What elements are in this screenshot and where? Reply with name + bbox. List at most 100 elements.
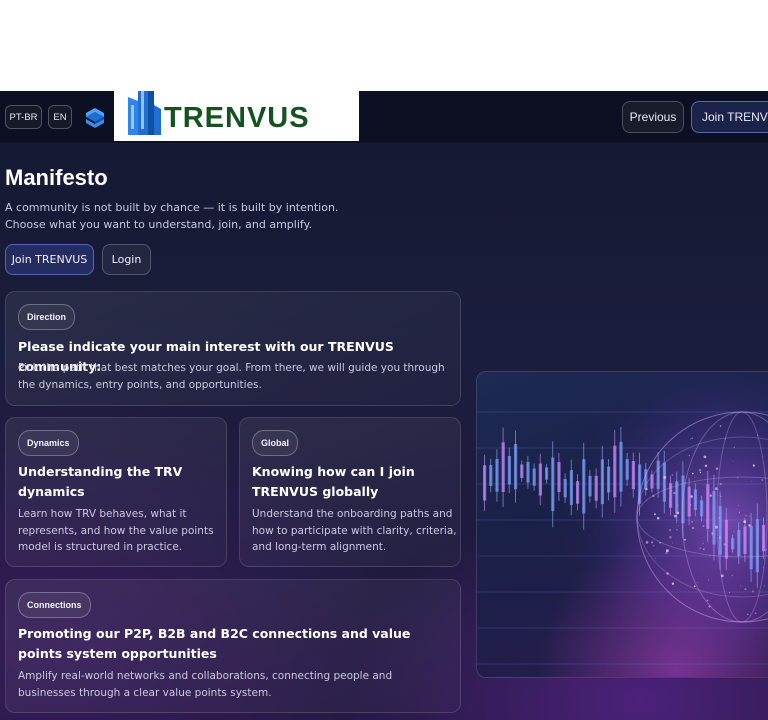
globe-dot (659, 542, 661, 544)
globe-dot (709, 494, 712, 497)
globe-dot (738, 504, 740, 506)
globe-dot (742, 586, 744, 587)
globe-dot (765, 549, 767, 551)
globe-dot (719, 482, 722, 486)
login-button[interactable]: Login (102, 244, 151, 275)
globe-dot (737, 476, 739, 478)
globe-dot (671, 582, 675, 585)
candle-body (731, 538, 735, 550)
globe-dot (691, 520, 693, 523)
globe-dot (673, 491, 676, 495)
candle-body (538, 463, 542, 496)
globe-dot (702, 525, 705, 528)
globe-dot (733, 531, 735, 532)
direction-tag: Direction (18, 304, 76, 330)
connections-tag: Connections (18, 592, 91, 618)
direction-card[interactable]: Direction Please indicate your main inte… (5, 291, 461, 406)
globe-dot (708, 605, 711, 608)
candle-body (520, 464, 524, 478)
globe-dot (652, 494, 655, 498)
globe-dot (698, 468, 702, 472)
globe-dot (745, 514, 747, 517)
hero-description: A community is not built by chance — it … (5, 201, 339, 231)
connections-card[interactable]: Connections Promoting our P2P, B2B and B… (5, 579, 461, 713)
globe-dot (691, 526, 695, 530)
globe-dot (665, 551, 668, 555)
candle-body (755, 519, 759, 573)
join-trenvus-button[interactable]: Join TRENVUS (5, 244, 94, 275)
candle-body (613, 445, 617, 498)
candle-body (489, 465, 493, 487)
globe-dot (703, 455, 707, 459)
candle-body (631, 460, 635, 490)
join-trenvus-nav-button[interactable]: Join TRENVUS (691, 101, 768, 133)
candle-body (514, 444, 518, 490)
globe-dot (752, 464, 755, 467)
candle-body (582, 459, 586, 514)
globe-dot (693, 585, 696, 588)
globe-dot (720, 574, 724, 578)
globe-dot (718, 517, 720, 519)
globe-dot (688, 455, 690, 457)
dynamics-description: Learn how TRV behaves, what it represent… (18, 508, 214, 553)
dynamics-title: Understanding the TRV dynamics (18, 464, 183, 499)
brand-logo[interactable]: TRENVUS (114, 91, 359, 141)
candle-body (551, 457, 555, 512)
globe-dot (703, 548, 705, 550)
globe-dot (702, 542, 704, 545)
globe-dot (719, 536, 721, 539)
globe-dot (715, 467, 719, 470)
candle-body (762, 525, 766, 552)
globe-dot (719, 425, 722, 427)
candle-body (700, 500, 704, 517)
globe-dot (709, 554, 711, 557)
globe-dot (699, 471, 702, 474)
candle-body (706, 484, 710, 529)
global-card[interactable]: Global Knowing how can I join TRENVUS gl… (239, 417, 461, 567)
candle-body (600, 459, 604, 505)
globe-dot (762, 455, 764, 457)
globe-dot (750, 480, 752, 482)
candle-body (526, 461, 530, 483)
globe-dot (704, 464, 708, 468)
previous-button[interactable]: Previous (622, 101, 684, 133)
globe-dot (672, 542, 673, 544)
globe-dot (732, 460, 734, 462)
dynamics-card[interactable]: Dynamics Understanding the TRV dynamics … (5, 417, 227, 567)
candle-body (507, 456, 511, 485)
dynamics-tag: Dynamics (18, 430, 79, 456)
top-navbar: PT-BR EN TRENVUS Previous Join TRENVUS (0, 91, 768, 144)
globe-dot (720, 495, 722, 498)
globe-dot (732, 550, 734, 552)
globe-dot (654, 557, 656, 559)
candle-body (619, 441, 623, 492)
global-title: Knowing how can I join TRENVUS globally (252, 464, 415, 499)
globe-dot (736, 509, 738, 511)
candle-body (718, 506, 722, 555)
candle-body (594, 475, 598, 501)
candle-body (749, 525, 753, 570)
candle-body (712, 490, 716, 545)
trenvus-logo-icon[interactable] (81, 104, 109, 132)
globe-dot (718, 495, 720, 496)
market-globe-illustration (476, 371, 768, 678)
globe-dot (663, 476, 667, 479)
globe-dot (653, 513, 656, 516)
candle-body (569, 470, 573, 505)
candle-body (737, 530, 741, 557)
globe-dot (708, 579, 709, 581)
globe-dot (743, 520, 747, 524)
globe-dot (731, 574, 733, 577)
globe-dot (761, 479, 764, 481)
direction-description: Pick the path that best matches your goa… (18, 362, 445, 391)
globe-dot (728, 592, 730, 593)
globe-dot (724, 438, 727, 440)
page-title: Manifesto (5, 165, 108, 190)
candle-body (563, 478, 567, 498)
globe-dot (751, 533, 752, 535)
globe-dot (691, 472, 694, 475)
lang-ptbr-button[interactable]: PT-BR (5, 105, 42, 129)
lang-en-button[interactable]: EN (48, 105, 72, 129)
candle-body (607, 466, 611, 493)
candle-body (576, 481, 580, 504)
